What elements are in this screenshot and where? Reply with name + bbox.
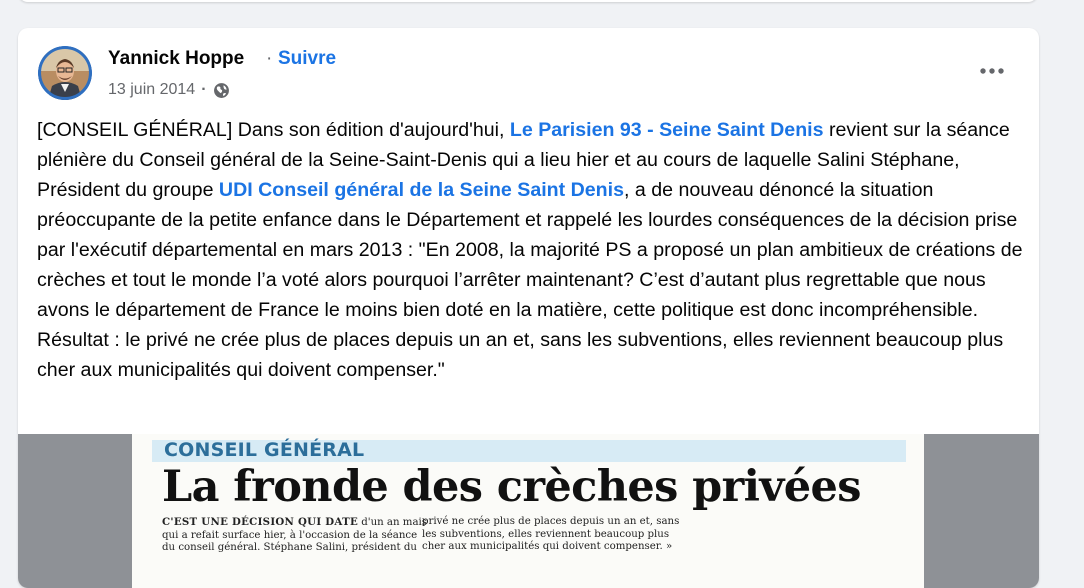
column-1-line-2: qui a refait surface hier, à l'occasion …: [162, 529, 418, 541]
column-2-line-1: privé ne crée plus de places depuis un a…: [422, 516, 680, 527]
more-options-button[interactable]: [972, 56, 1012, 86]
newspaper-clipping: CONSEIL GÉNÉRAL La fronde des crèches pr…: [132, 434, 924, 588]
post-card: Yannick Hoppe · Suivre 13 juin 2014 · [C…: [18, 28, 1039, 588]
clipping-column-2: privé ne crée plus de places depuis un a…: [422, 516, 680, 554]
column-1-line-1-rest: d'un an mais: [358, 517, 428, 528]
name-separator: ·: [266, 48, 273, 69]
column-1-lead: C'EST UNE DÉCISION QUI DATE: [162, 516, 359, 528]
clipping-kicker: CONSEIL GÉNÉRAL: [164, 439, 365, 461]
post-date[interactable]: 13 juin 2014: [108, 81, 195, 99]
page-link-udi-conseil-general[interactable]: UDI Conseil général de la Seine Saint De…: [219, 179, 624, 201]
author-name[interactable]: Yannick Hoppe: [108, 48, 244, 70]
column-1-line-1: C'EST UNE DÉCISION QUI DATE d'un an mais: [162, 516, 427, 530]
avatar-image: [38, 46, 92, 100]
previous-post-card-edge: [18, 0, 1038, 2]
clipping-column-1: C'EST UNE DÉCISION QUI DATE d'un an mais…: [162, 516, 427, 555]
column-2-line-3: cher aux municipalités qui doivent compe…: [422, 541, 673, 552]
column-1-line-3: du conseil général. Stéphane Salini, pré…: [162, 542, 417, 553]
more-horizontal-icon: [980, 68, 1004, 74]
follow-button[interactable]: Suivre: [278, 48, 336, 70]
post-image[interactable]: CONSEIL GÉNÉRAL La fronde des crèches pr…: [18, 434, 1039, 588]
globe-icon: [213, 82, 230, 99]
author-avatar[interactable]: [38, 46, 92, 100]
post-body: [CONSEIL GÉNÉRAL] Dans son édition d'auj…: [37, 115, 1027, 385]
clipping-headline: La fronde des crèches privées: [162, 462, 862, 512]
column-2-line-2: les subventions, elles reviennent beauco…: [422, 528, 670, 540]
page-link-le-parisien[interactable]: Le Parisien 93 - Seine Saint Denis: [510, 119, 824, 141]
post-text-part-1: [CONSEIL GÉNÉRAL] Dans son édition d'auj…: [37, 119, 510, 141]
post-text-part-3: , a de nouveau dénoncé la situation préo…: [37, 179, 1023, 381]
post-meta: 13 juin 2014 ·: [108, 80, 230, 100]
meta-separator: ·: [201, 81, 207, 98]
